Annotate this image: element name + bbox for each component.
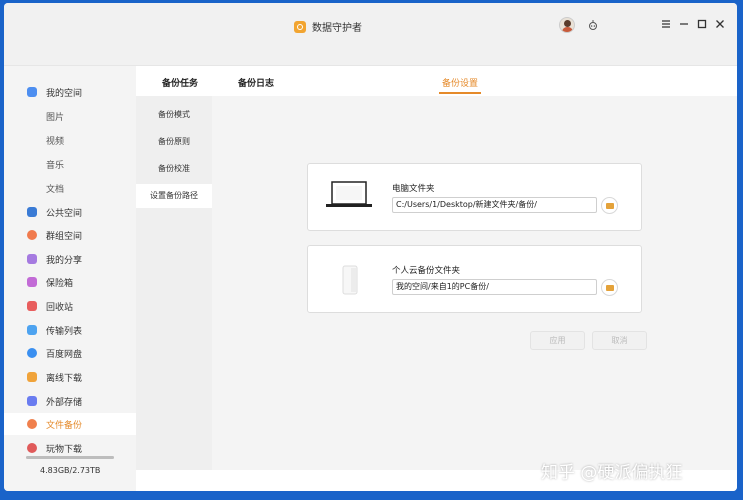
sidebar-item-transfer-list[interactable]: 传输列表 — [4, 319, 136, 341]
robot-icon[interactable] — [587, 19, 599, 31]
storage-usage-text: 4.83GB/2.73TB — [40, 466, 101, 475]
sidebar-item-label: 我的分享 — [46, 256, 83, 266]
sidebar: 我的空间 图片 视频 音乐 文档 公共空间 群组空间 我的分享 保险箱 回收站 … — [4, 66, 136, 491]
sidebar-item-external-storage[interactable]: 外部存储 — [4, 390, 136, 412]
app-window: 数据守护者 我的空间 图片 视频 音乐 文档 公共空间 群组空间 我的分享 保险… — [4, 3, 737, 491]
pc-folder-title: 电脑文件夹 — [392, 184, 435, 194]
sidebar-item-label: 群组空间 — [46, 232, 83, 242]
sidebar-item-label: 音乐 — [46, 161, 65, 171]
maximize-icon[interactable] — [696, 18, 708, 30]
send-icon — [27, 207, 37, 217]
sidebar-item-documents[interactable]: 文档 — [4, 177, 136, 199]
sidebar-item-label: 文档 — [46, 185, 65, 195]
sidebar-item-safe-box[interactable]: 保险箱 — [4, 271, 136, 293]
close-icon[interactable] — [714, 18, 726, 30]
app-logo-icon — [294, 20, 306, 33]
menu-icon[interactable] — [660, 18, 672, 30]
sidebar-item-label: 回收站 — [46, 303, 74, 313]
cloud-folder-card: 个人云备份文件夹 我的空间/来自1的PC备份/ — [307, 245, 642, 313]
sidebar-item-label: 传输列表 — [46, 327, 83, 337]
sidebar-item-pictures[interactable]: 图片 — [4, 105, 136, 127]
usb-icon — [27, 396, 37, 406]
group-icon — [27, 230, 37, 240]
sidebar-item-recycle-bin[interactable]: 回收站 — [4, 295, 136, 317]
app-title: 数据守护者 — [294, 19, 362, 34]
settings-content: 电脑文件夹 C:/Users/1/Desktop/新建文件夹/备份/ 个人云备份… — [212, 96, 737, 470]
sidebar-item-label: 图片 — [46, 113, 65, 123]
nas-device-icon — [342, 265, 358, 295]
sidebar-item-label: 我的空间 — [46, 89, 83, 99]
sidebar-item-label: 百度网盘 — [46, 350, 83, 360]
sidebar-item-label: 玩物下载 — [46, 445, 83, 455]
sidebar-item-file-backup[interactable]: 文件备份 — [4, 413, 136, 435]
apply-button[interactable]: 应用 — [530, 331, 585, 350]
sidebar-item-label: 离线下载 — [46, 374, 83, 384]
tab-backup-settings[interactable]: 备份设置 — [442, 76, 478, 89]
subnav-set-backup-path[interactable]: 设置备份路径 — [136, 184, 212, 208]
app-title-text: 数据守护者 — [312, 23, 362, 34]
sidebar-item-group-space[interactable]: 群组空间 — [4, 224, 136, 246]
subnav-backup-mode[interactable]: 备份模式 — [136, 103, 212, 127]
sidebar-item-label: 外部存储 — [46, 398, 83, 408]
sidebar-item-label: 公共空间 — [46, 209, 83, 219]
storage-progress-fill — [26, 456, 114, 459]
trash-icon — [27, 301, 37, 311]
sidebar-item-music[interactable]: 音乐 — [4, 153, 136, 175]
pc-folder-browse-button[interactable] — [601, 197, 618, 214]
pc-folder-card: 电脑文件夹 C:/Users/1/Desktop/新建文件夹/备份/ — [307, 163, 642, 231]
sidebar-item-offline-download[interactable]: 离线下载 — [4, 366, 136, 388]
tab-bar: 备份任务 备份日志 备份设置 — [136, 66, 737, 96]
avatar[interactable] — [559, 17, 575, 33]
cloud-folder-path-input[interactable]: 我的空间/来自1的PC备份/ — [392, 279, 597, 295]
subnav-backup-principle[interactable]: 备份原则 — [136, 130, 212, 154]
share-icon — [27, 254, 37, 264]
cancel-button[interactable]: 取消 — [592, 331, 647, 350]
pc-folder-path-input[interactable]: C:/Users/1/Desktop/新建文件夹/备份/ — [392, 197, 597, 213]
sidebar-item-public-space[interactable]: 公共空间 — [4, 201, 136, 223]
sidebar-item-videos[interactable]: 视频 — [4, 129, 136, 151]
my-space-icon — [27, 87, 37, 97]
subnav-backup-calibration[interactable]: 备份校准 — [136, 157, 212, 181]
tab-backup-log[interactable]: 备份日志 — [238, 76, 274, 89]
storage-progress-bar — [26, 456, 114, 459]
sidebar-item-label: 视频 — [46, 137, 65, 147]
sidebar-item-my-share[interactable]: 我的分享 — [4, 248, 136, 270]
cloud-folder-browse-button[interactable] — [601, 279, 618, 296]
minimize-icon[interactable] — [678, 18, 690, 30]
sidebar-item-label: 文件备份 — [46, 421, 83, 431]
baidu-icon — [27, 348, 37, 358]
sidebar-item-baidu-netdisk[interactable]: 百度网盘 — [4, 342, 136, 364]
active-tab-indicator — [439, 92, 481, 94]
transfer-icon — [27, 325, 37, 335]
safe-icon — [27, 277, 37, 287]
sidebar-item-label: 保险箱 — [46, 279, 74, 289]
download-icon — [27, 372, 37, 382]
watermark-text: 知乎 @硬派偏执狂 — [541, 463, 683, 483]
tab-backup-tasks[interactable]: 备份任务 — [162, 76, 198, 89]
laptop-icon — [326, 181, 372, 207]
settings-subnav: 备份模式 备份原则 备份校准 设置备份路径 — [136, 96, 212, 470]
wanwu-icon — [27, 443, 37, 453]
title-bar: 数据守护者 — [4, 3, 737, 66]
backup-icon — [27, 419, 37, 429]
cloud-folder-title: 个人云备份文件夹 — [392, 266, 461, 276]
sidebar-item-my-space[interactable]: 我的空间 — [4, 81, 136, 103]
